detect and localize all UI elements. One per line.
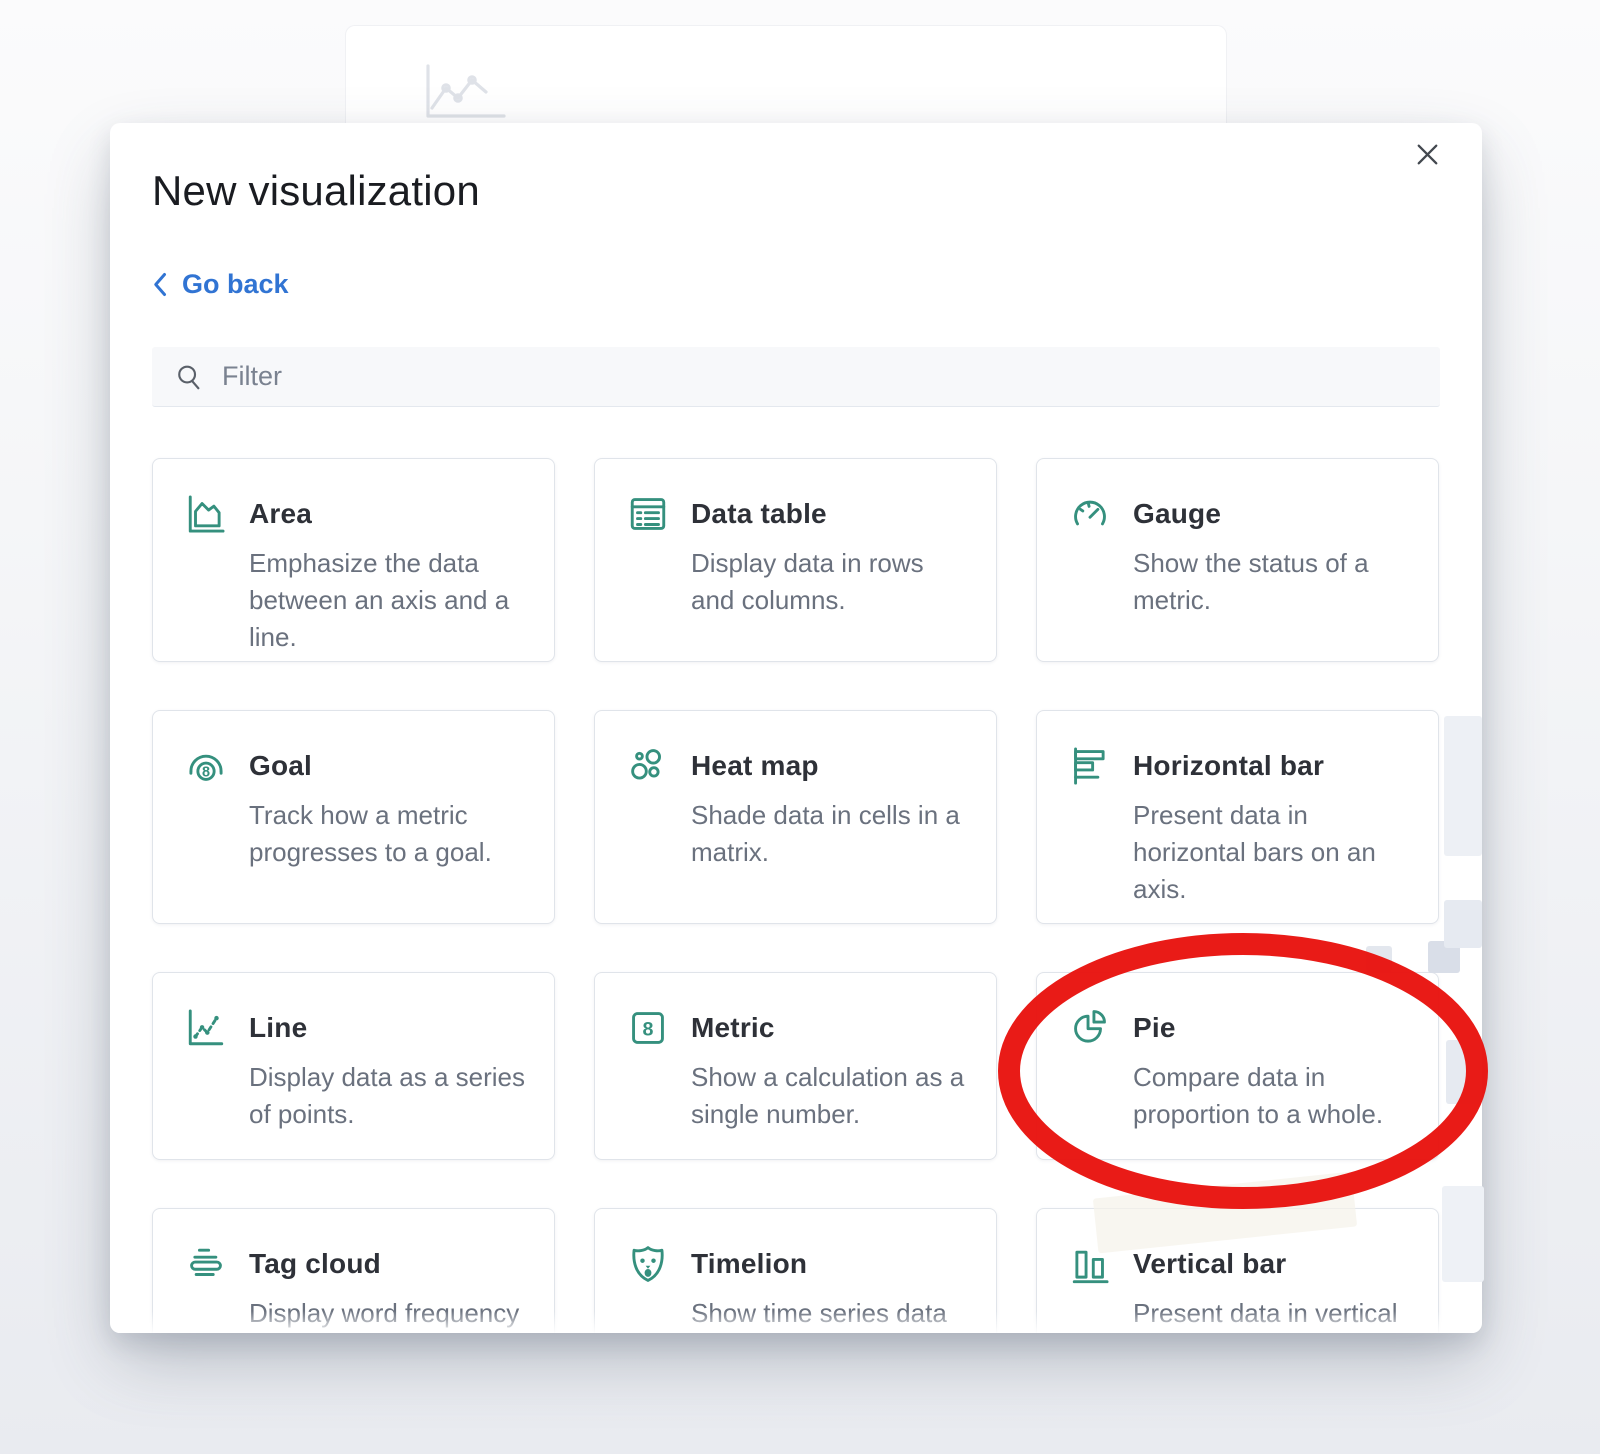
background-artifact [1444, 716, 1482, 856]
viz-card-title: Tag cloud [249, 1248, 530, 1280]
background-artifact [1444, 900, 1482, 948]
filter-input[interactable] [220, 360, 1440, 393]
viz-card-title: Timelion [691, 1248, 972, 1280]
viz-card-description: Show the status of a metric. [1133, 545, 1414, 619]
horizontal-bar-icon [1069, 745, 1111, 787]
chevron-left-icon [152, 271, 167, 298]
viz-card-area[interactable]: Area Emphasize the data between an axis … [152, 458, 555, 662]
viz-card-description: Show a calculation as a single number. [691, 1059, 972, 1133]
viz-card-horizontal-bar[interactable]: Horizontal bar Present data in horizonta… [1036, 710, 1439, 924]
viz-card-tag-cloud[interactable]: Tag cloud Display word frequency with fo… [152, 1208, 555, 1333]
viz-card-title: Line [249, 1012, 530, 1044]
viz-card-title: Goal [249, 750, 530, 782]
viz-card-title: Heat map [691, 750, 972, 782]
background-artifact [1442, 1186, 1484, 1282]
metric-icon: 8 [627, 1007, 669, 1049]
viz-card-title: Area [249, 498, 530, 530]
viz-card-heat-map[interactable]: Heat map Shade data in cells in a matrix… [594, 710, 997, 924]
modal-title: New visualization [152, 167, 480, 215]
viz-card-description: Display data in rows and columns. [691, 545, 972, 619]
viz-card-gauge[interactable]: Gauge Show the status of a metric. [1036, 458, 1439, 662]
area-chart-icon [185, 493, 227, 535]
viz-card-data-table[interactable]: Data table Display data in rows and colu… [594, 458, 997, 662]
viz-card-pie[interactable]: Pie Compare data in proportion to a whol… [1036, 972, 1439, 1160]
viz-card-goal[interactable]: 8 Goal Track how a metric progresses to … [152, 710, 555, 924]
viz-card-title: Metric [691, 1012, 972, 1044]
data-table-icon [627, 493, 669, 535]
go-back-link[interactable]: Go back [152, 269, 289, 300]
go-back-label: Go back [182, 269, 289, 300]
viz-card-title: Vertical bar [1133, 1248, 1414, 1280]
viz-card-metric[interactable]: 8 Metric Show a calculation as a single … [594, 972, 997, 1160]
tag-cloud-icon [185, 1243, 227, 1285]
viz-card-timelion[interactable]: Timelion Show time series data on a grap… [594, 1208, 997, 1333]
background-artifact [1446, 1040, 1482, 1104]
goal-icon: 8 [185, 745, 227, 787]
gauge-icon [1069, 493, 1111, 535]
svg-text:8: 8 [202, 765, 210, 781]
viz-card-description: Shade data in cells in a matrix. [691, 797, 972, 871]
viz-card-description: Display data as a series of points. [249, 1059, 530, 1133]
svg-text:8: 8 [643, 1019, 654, 1041]
viz-card-description: Present data in vertical bars on an axis… [1133, 1295, 1414, 1333]
background-artifact [1366, 946, 1392, 972]
viz-card-description: Show time series data on a graph. [691, 1295, 972, 1333]
new-visualization-modal: New visualization Go back Area Emphasize… [110, 123, 1482, 1333]
pie-chart-icon [1069, 1007, 1111, 1049]
viz-card-title: Data table [691, 498, 972, 530]
viz-card-description: Emphasize the data between an axis and a… [249, 545, 530, 656]
viz-card-title: Horizontal bar [1133, 750, 1414, 782]
viz-card-line[interactable]: Line Display data as a series of points. [152, 972, 555, 1160]
viz-card-title: Pie [1133, 1012, 1414, 1044]
viz-card-description: Present data in horizontal bars on an ax… [1133, 797, 1414, 908]
timelion-icon [627, 1243, 669, 1285]
viz-card-description: Compare data in proportion to a whole. [1133, 1059, 1414, 1133]
filter-field[interactable] [152, 347, 1440, 407]
search-icon [174, 362, 204, 392]
viz-card-description: Track how a metric progresses to a goal. [249, 797, 530, 871]
line-chart-icon [185, 1007, 227, 1049]
close-icon[interactable] [1410, 137, 1444, 171]
viz-card-title: Gauge [1133, 498, 1414, 530]
viz-card-description: Display word frequency with font size. [249, 1295, 530, 1333]
line-chart-watermark-icon [412, 60, 516, 122]
heat-map-icon [627, 745, 669, 787]
